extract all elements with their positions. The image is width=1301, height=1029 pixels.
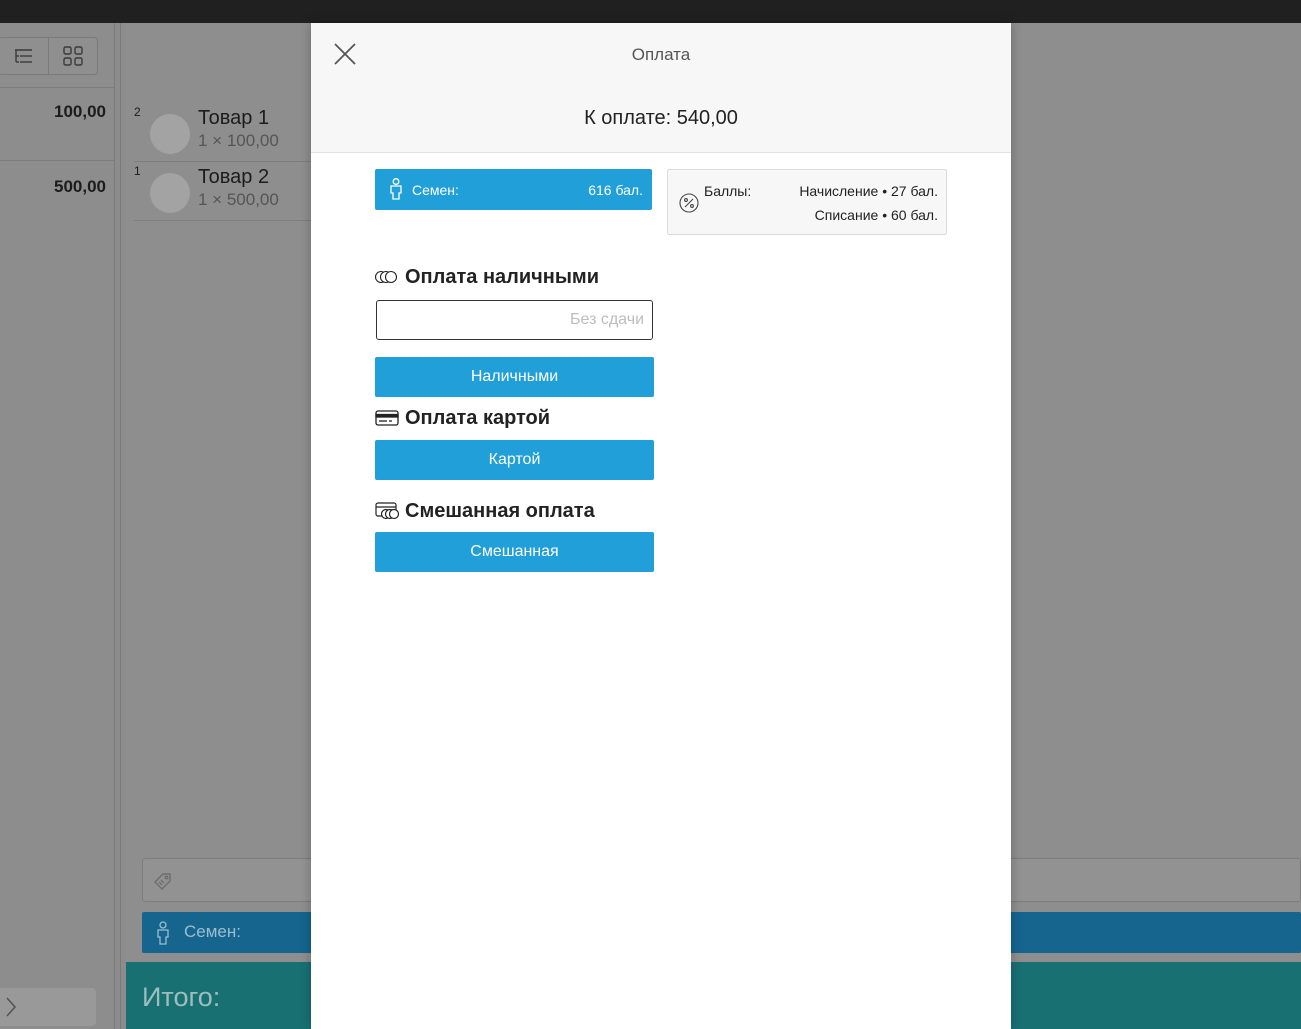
points-info: Баллы: Начисление • 27 бал. Списание • 6… [667,169,947,235]
cash-title-text: Оплата наличными [405,265,600,288]
mixed-payment-icon [375,502,401,520]
item-quantity: 2 [134,105,141,119]
credit-card-icon [375,409,401,427]
window-top-bar [0,0,1301,23]
list-view-button [0,38,48,74]
client-chip[interactable]: Семен: 616 бал. [375,169,652,210]
card-title-text: Оплата картой [405,406,551,429]
list-view-icon [15,49,33,63]
modal-header: Оплата К оплате: 540,00 [311,23,1011,153]
panel-divider [120,23,121,1029]
item-name: Товар 1 [198,107,270,129]
mixed-section-title: Смешанная оплата [375,498,595,524]
card-section-title: Оплата картой [375,405,550,431]
grid-view-icon [63,46,83,66]
cash-amount-input[interactable] [376,300,653,340]
client-label: Семен: [184,922,241,941]
modal-title: Оплата [631,45,691,64]
coins-icon [375,268,401,286]
mixed-pay-button[interactable]: Смешанная [375,532,654,572]
grid-view-button [47,38,98,74]
mixed-title-text: Смешанная оплата [405,499,595,522]
points-accrual: Начисление • 27 бал. [799,183,938,199]
item-detail: 1 × 500,00 [198,190,279,209]
amount-due: К оплате: 540,00 [584,107,738,129]
view-toggle [0,37,98,75]
client-name: Семен: [412,182,459,198]
order-item-row: 2 Товар 1 1 × 100,00 [134,103,334,162]
person-icon [390,178,402,200]
client-points: 616 бал. [588,182,643,198]
chevron-right-icon [6,997,17,1017]
total-label: Итого: [142,982,221,1012]
order-item-row: 1 Товар 2 1 × 500,00 [134,162,334,221]
item-quantity: 1 [134,164,141,178]
item-detail: 1 × 100,00 [198,131,279,150]
item-name: Товар 2 [198,166,270,188]
divider [0,87,114,88]
item-image [150,114,190,154]
cash-pay-button[interactable]: Наличными [375,357,654,397]
background-left-panel: 100,00 500,00 [0,23,115,1029]
cash-section-title: Оплата наличными [375,264,599,290]
payment-modal: Оплата К оплате: 540,00 Семен: 616 бал. … [311,23,1011,1029]
percent-icon [679,193,699,213]
expand-button [0,988,96,1026]
tag-icon [154,873,171,890]
divider [0,160,114,161]
card-pay-button[interactable]: Картой [375,440,654,480]
person-icon [157,921,169,945]
points-label: Баллы: [704,183,752,199]
points-write-off: Списание • 60 бал. [814,207,938,223]
item-image [150,173,190,213]
left-price: 100,00 [54,102,106,121]
left-price: 500,00 [54,177,106,196]
